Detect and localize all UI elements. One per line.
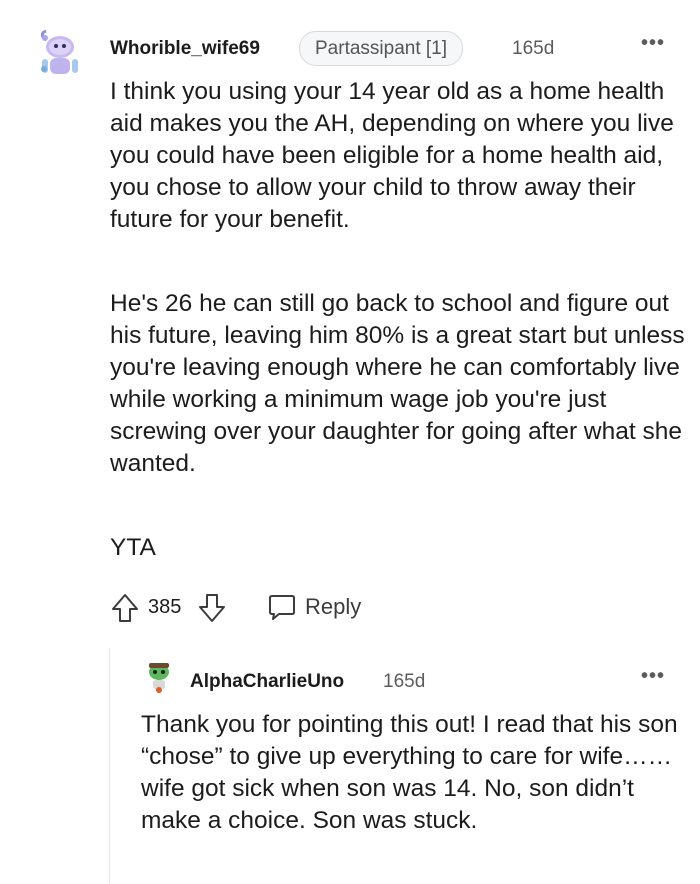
comment-timestamp: 165d [512,38,555,59]
reply-author[interactable]: AlphaCharlieUno [190,671,344,693]
downvote-arrow-icon [199,594,225,622]
reply-user-avatar[interactable] [141,658,177,694]
snoo-avatar-icon [31,26,85,80]
speech-bubble-icon [269,595,295,620]
thread-line [109,648,110,884]
comment-paragraph: He's 26 he can still go back to school a… [110,290,685,477]
comment-author[interactable]: Whorible_wife69 [110,38,260,60]
comment-paragraph: I think you using your 14 year old as a … [110,78,674,233]
downvote-button[interactable] [197,592,227,624]
upvote-arrow-icon [112,594,138,622]
reply-button[interactable]: Reply [267,592,361,622]
upvote-button[interactable] [110,592,140,624]
reply-label: Reply [305,594,362,619]
reply-body: Thank you for pointing this out! I read … [141,711,678,834]
snoo-avatar-icon [142,659,176,693]
user-flair-badge: Partassipant [1] [299,31,464,66]
vote-count: 385 [148,596,182,618]
comment-paragraph: YTA [110,534,156,561]
user-avatar[interactable] [30,25,86,81]
more-options-icon[interactable]: ••• [641,666,665,686]
more-options-icon[interactable]: ••• [641,33,665,53]
reply-timestamp: 165d [383,671,426,692]
